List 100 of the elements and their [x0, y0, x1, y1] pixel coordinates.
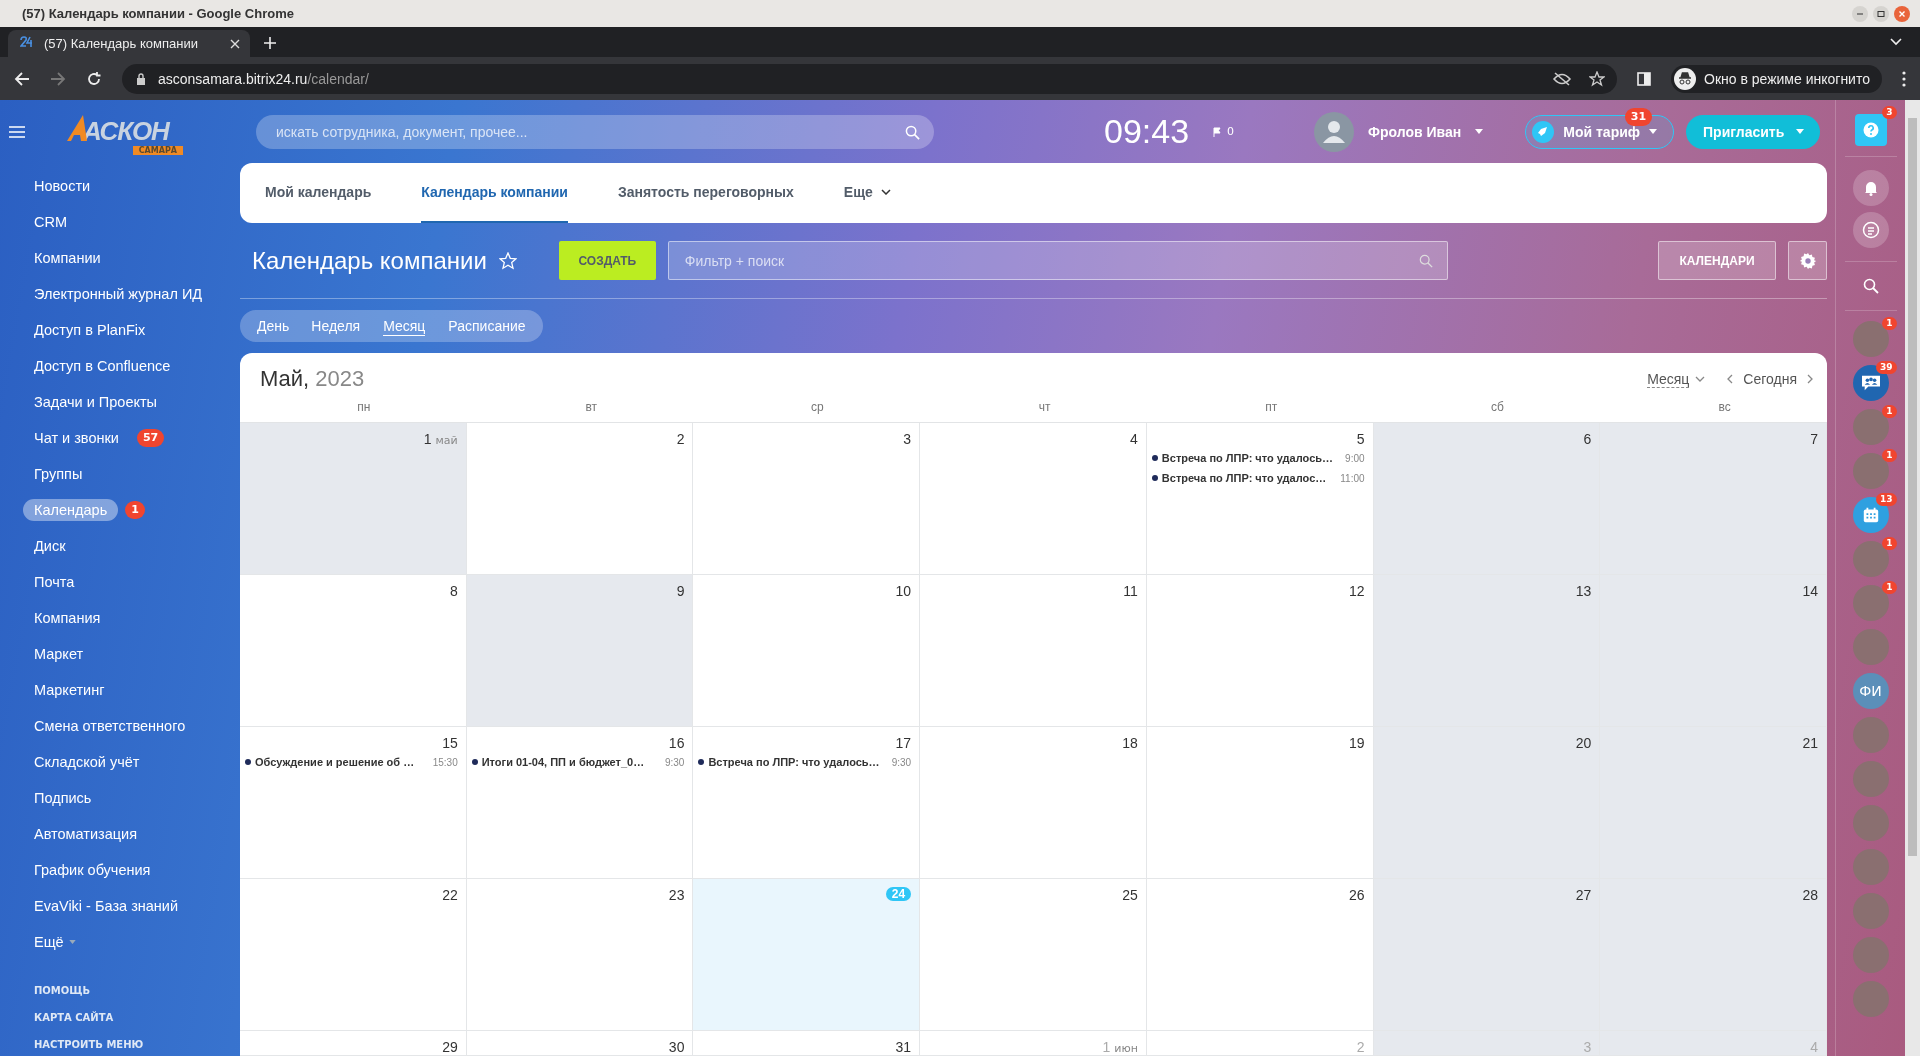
view-dropdown[interactable]: Месяц	[1647, 370, 1706, 388]
new-tab-icon[interactable]	[264, 37, 276, 49]
notifications-button[interactable]	[1852, 170, 1889, 206]
day-cell[interactable]: 12	[1146, 575, 1374, 727]
day-number: 11	[1123, 583, 1138, 599]
day-cell[interactable]: 11	[920, 575, 1147, 727]
menu-item[interactable]: Почта	[23, 571, 86, 593]
day-cell[interactable]: 31	[693, 1031, 921, 1056]
day-cell[interactable]: 5 Встреча по ЛПР: что удалось… 9:00 Встреча по ЛПР: что удалос… 11:00	[1146, 423, 1374, 575]
day-cell[interactable]: 28	[1600, 879, 1827, 1031]
day-cell[interactable]: 26	[1146, 879, 1374, 1031]
menu-item[interactable]: Маркет	[23, 643, 95, 665]
event-entry[interactable]: Встреча по ЛПР: что удалось… 9:30	[698, 753, 912, 771]
menu-item[interactable]: EvaViki - База знаний	[23, 895, 190, 917]
menu-item[interactable]: Доступ в Confluence	[23, 355, 182, 377]
reload-icon[interactable]	[86, 70, 102, 87]
company-logo[interactable]: АСКОН САМАРА	[65, 106, 185, 157]
menu-item[interactable]: CRM	[23, 211, 79, 233]
menu-item[interactable]: Группы	[23, 463, 94, 485]
footer-link[interactable]: КАРТА САЙТА	[34, 1012, 240, 1023]
menu-item[interactable]: Новости	[23, 175, 102, 197]
day-cell[interactable]: 19	[1146, 727, 1374, 879]
filter-search-field[interactable]: Фильтр + поиск	[667, 241, 1448, 280]
menu-item[interactable]: График обучения	[23, 859, 162, 881]
chevron-left-icon[interactable]	[1727, 374, 1734, 385]
side-panel-icon[interactable]	[1637, 71, 1651, 86]
eye-slash-icon[interactable]	[1553, 71, 1571, 86]
menu-item[interactable]: Смена ответственного	[23, 715, 197, 737]
year-label: 2023	[315, 365, 365, 391]
tab[interactable]: Мой календарь	[265, 163, 372, 223]
browser-tab[interactable]: (57) Календарь компании	[8, 30, 250, 57]
day-cell[interactable]: 22	[240, 879, 467, 1031]
day-cell[interactable]: 27	[1373, 879, 1601, 1031]
day-cell[interactable]: 6	[1373, 423, 1601, 575]
day-cell[interactable]: 25	[920, 879, 1147, 1031]
close-button[interactable]	[1894, 5, 1910, 22]
day-cell[interactable]: 21	[1600, 727, 1827, 879]
day-cell[interactable]: 13	[1373, 575, 1601, 727]
menu-item[interactable]: Ещё	[23, 931, 87, 953]
menu-item[interactable]: Компания	[23, 607, 112, 629]
menu-item[interactable]: Складской учёт	[23, 751, 151, 773]
day-cell[interactable]: 1 май	[240, 423, 467, 575]
day-cell[interactable]: 9	[466, 575, 694, 727]
menu-icon[interactable]	[9, 125, 25, 138]
footer-link[interactable]: НАСТРОИТЬ МЕНЮ	[34, 1039, 240, 1050]
menu-item[interactable]: Диск	[23, 535, 77, 557]
day-cell[interactable]: 10	[693, 575, 921, 727]
event-entry[interactable]: Обсуждение и решение об … 15:30	[245, 753, 458, 771]
day-cell[interactable]: 1 июн	[920, 1031, 1147, 1056]
menu-item[interactable]: Компании	[23, 247, 112, 269]
day-cell[interactable]: 16 Итоги 01-04, ПП и бюджет_0… 9:30	[466, 727, 694, 879]
event-entry[interactable]: Встреча по ЛПР: что удалос… 11:00	[1151, 469, 1365, 487]
footer-link[interactable]: ПОМОЩЬ	[34, 985, 240, 996]
day-cell[interactable]: 4	[920, 423, 1147, 575]
user-menu[interactable]: Фролов Иван	[1314, 111, 1484, 152]
search-icon[interactable]	[1862, 278, 1879, 294]
tab[interactable]: Календарь компании	[421, 163, 568, 223]
day-cell[interactable]: 7	[1600, 423, 1827, 575]
address-bar[interactable]: asconsamara.bitrix24.ru/calendar/	[122, 63, 1617, 94]
menu-item[interactable]: Электронный журнал ИД	[23, 283, 214, 305]
today-button[interactable]: Сегодня	[1743, 371, 1797, 388]
chevron-right-icon[interactable]	[1807, 374, 1813, 385]
day-cell[interactable]: 30	[466, 1031, 694, 1056]
more-vertical-icon[interactable]	[1902, 70, 1906, 87]
menu-item[interactable]: Доступ в PlanFix	[23, 319, 157, 341]
star-icon[interactable]	[1589, 70, 1605, 87]
event-title: Обсуждение и решение об …	[255, 756, 416, 768]
settings-button[interactable]	[1788, 241, 1827, 280]
scrollbar[interactable]	[1905, 100, 1920, 1056]
menu-item[interactable]: Задачи и Проекты	[23, 391, 169, 413]
close-icon[interactable]	[230, 38, 240, 49]
day-cell[interactable]: 18	[920, 727, 1147, 879]
notification-badge: 1	[1882, 581, 1897, 594]
menu-item[interactable]: Автоматизация	[23, 823, 149, 845]
day-cell[interactable]: 14	[1600, 575, 1827, 727]
maximize-button[interactable]	[1873, 5, 1889, 22]
help-button[interactable]	[1854, 114, 1887, 146]
flag-counter[interactable]: 0	[1213, 125, 1235, 138]
menu-item[interactable]: Маркетинг	[23, 679, 116, 701]
back-icon[interactable]	[14, 70, 30, 87]
tab[interactable]: Занятость переговорных	[617, 163, 794, 223]
chevron-down-icon[interactable]	[1890, 38, 1902, 46]
initials-avatar[interactable]: ФИ	[1852, 673, 1889, 709]
day-cell[interactable]: 20	[1373, 727, 1601, 879]
menu-item[interactable]: Чат и звонки	[23, 427, 130, 449]
day-cell[interactable]: 8	[240, 575, 467, 727]
day-cell[interactable]: 3	[693, 423, 921, 575]
menu-item[interactable]: Подпись	[23, 787, 103, 809]
month-abbreviation: май	[435, 434, 458, 447]
event-entry[interactable]: Встреча по ЛПР: что удалось… 9:00	[1151, 449, 1365, 467]
day-cell[interactable]: 15 Обсуждение и решение об … 15:30	[240, 727, 467, 879]
tab[interactable]: Еще	[843, 163, 891, 223]
incognito-button[interactable]: Окно в режиме инкогнито	[1671, 64, 1882, 93]
forward-icon[interactable]	[50, 70, 66, 87]
create-button[interactable]: СОЗДАТЬ	[558, 241, 656, 280]
chat-list-button[interactable]	[1852, 212, 1889, 248]
day-cell[interactable]: 29	[240, 1031, 467, 1056]
event-entry[interactable]: Итоги 01-04, ПП и бюджет_0… 9:30	[471, 753, 685, 771]
minimize-button[interactable]	[1852, 5, 1868, 22]
group-chat-icon	[1859, 374, 1882, 392]
